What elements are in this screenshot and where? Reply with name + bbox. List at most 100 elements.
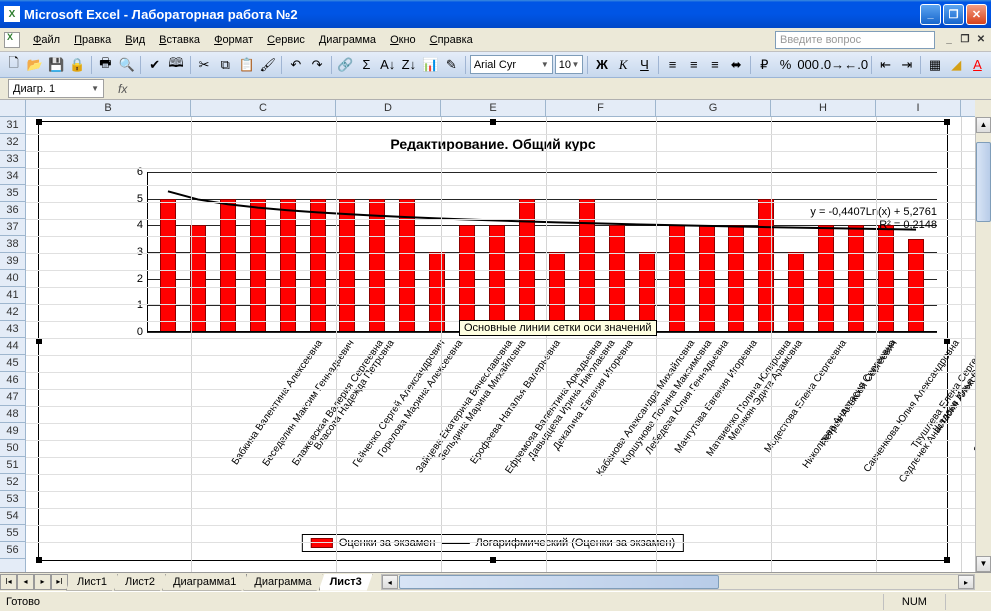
name-box[interactable]: Диагр. 1▼ <box>8 79 104 98</box>
italic-button[interactable]: К <box>614 54 633 76</box>
row-header[interactable]: 56 <box>0 542 25 559</box>
align-left-icon[interactable]: ≡ <box>663 54 682 76</box>
font-color-icon[interactable]: A <box>968 54 987 76</box>
cell-grid[interactable]: Редактирование. Общий курс 0123456 y = -… <box>26 117 975 572</box>
inc-indent-icon[interactable]: ⇥ <box>897 54 916 76</box>
col-header-C[interactable]: C <box>191 100 336 116</box>
tab-first-icon[interactable]: I◂ <box>0 574 17 590</box>
bar[interactable] <box>190 225 206 332</box>
bold-button[interactable]: Ж <box>592 54 611 76</box>
plot-area[interactable]: 0123456 y = -0,4407Ln(x) + 5,2761 R² = 0… <box>147 172 937 332</box>
underline-button[interactable]: Ч <box>635 54 654 76</box>
row-header[interactable]: 51 <box>0 457 25 474</box>
col-header-E[interactable]: E <box>441 100 546 116</box>
col-header-H[interactable]: H <box>771 100 876 116</box>
bar[interactable] <box>728 225 744 332</box>
menu-окно[interactable]: Окно <box>383 31 423 49</box>
bar[interactable] <box>788 252 804 332</box>
row-header[interactable]: 53 <box>0 491 25 508</box>
minimize-button[interactable]: _ <box>920 4 941 25</box>
row-header[interactable]: 44 <box>0 338 25 355</box>
bar[interactable] <box>818 225 834 332</box>
formula-input[interactable] <box>133 79 991 98</box>
menu-справка[interactable]: Справка <box>423 31 480 49</box>
doc-minimize[interactable]: _ <box>943 34 955 46</box>
horizontal-scrollbar[interactable]: ◂ ▸ <box>381 574 975 590</box>
row-header[interactable]: 32 <box>0 134 25 151</box>
menu-диаграмма[interactable]: Диаграмма <box>312 31 383 49</box>
spell-icon[interactable]: ✔ <box>145 54 164 76</box>
col-header-D[interactable]: D <box>336 100 441 116</box>
sheet-tab[interactable]: Лист2 <box>114 574 166 591</box>
maximize-button[interactable]: ❐ <box>943 4 964 25</box>
bar[interactable] <box>429 252 445 332</box>
hyperlink-icon[interactable]: 🔗 <box>336 54 355 76</box>
comma-icon[interactable]: 000 <box>797 54 819 76</box>
print-icon[interactable]: 🖶 <box>96 54 115 76</box>
scroll-left-icon[interactable]: ◂ <box>382 575 398 589</box>
scroll-up-icon[interactable]: ▲ <box>976 117 991 133</box>
doc-close[interactable]: ✕ <box>975 34 987 46</box>
row-header[interactable]: 48 <box>0 406 25 423</box>
dec-decimal-icon[interactable]: ←.0 <box>845 54 867 76</box>
bar[interactable] <box>489 225 505 332</box>
fill-color-icon[interactable]: ◢ <box>947 54 966 76</box>
fx-icon[interactable]: fx <box>118 82 127 96</box>
font-name-combo[interactable]: Arial Cyr▼ <box>470 55 553 74</box>
col-header-B[interactable]: B <box>26 100 191 116</box>
permission-icon[interactable]: 🔒 <box>68 54 87 76</box>
open-icon[interactable]: 📂 <box>25 54 44 76</box>
chart-object[interactable]: Редактирование. Общий курс 0123456 y = -… <box>38 121 948 561</box>
row-header[interactable]: 50 <box>0 440 25 457</box>
new-icon[interactable]: 🗋 <box>4 54 23 76</box>
row-header[interactable]: 45 <box>0 355 25 372</box>
col-header-I[interactable]: I <box>876 100 961 116</box>
tab-prev-icon[interactable]: ◂ <box>17 574 34 590</box>
col-header-F[interactable]: F <box>546 100 656 116</box>
tab-next-icon[interactable]: ▸ <box>34 574 51 590</box>
close-button[interactable]: ✕ <box>966 4 987 25</box>
col-header-G[interactable]: G <box>656 100 771 116</box>
chart-legend[interactable]: Оценки за экзамен Логарифмический (Оценк… <box>302 534 684 552</box>
inc-decimal-icon[interactable]: .0→ <box>821 54 843 76</box>
menu-правка[interactable]: Правка <box>67 31 118 49</box>
autosum-icon[interactable]: Σ <box>357 54 376 76</box>
save-icon[interactable]: 💾 <box>46 54 65 76</box>
row-header[interactable]: 38 <box>0 236 25 253</box>
dec-indent-icon[interactable]: ⇤ <box>876 54 895 76</box>
sheet-tab[interactable]: Лист1 <box>66 574 118 591</box>
row-header[interactable]: 49 <box>0 423 25 440</box>
hscroll-thumb[interactable] <box>399 575 719 589</box>
redo-icon[interactable]: ↷ <box>307 54 326 76</box>
borders-icon[interactable]: ▦ <box>925 54 944 76</box>
sheet-tab[interactable]: Диаграмма1 <box>162 574 247 591</box>
bar[interactable] <box>669 225 685 332</box>
row-header[interactable]: 37 <box>0 219 25 236</box>
help-search[interactable]: Введите вопрос <box>775 31 935 49</box>
font-size-combo[interactable]: 10▼ <box>555 55 584 74</box>
row-header[interactable]: 39 <box>0 253 25 270</box>
research-icon[interactable]: 🕮 <box>166 54 185 76</box>
row-header[interactable]: 54 <box>0 508 25 525</box>
menu-формат[interactable]: Формат <box>207 31 260 49</box>
row-header[interactable]: 46 <box>0 372 25 389</box>
row-header[interactable]: 55 <box>0 525 25 542</box>
row-header[interactable]: 42 <box>0 304 25 321</box>
column-headers[interactable]: BCDEFGHI <box>26 100 975 117</box>
row-header[interactable]: 31 <box>0 117 25 134</box>
sort-asc-icon[interactable]: A↓ <box>378 54 397 76</box>
copy-icon[interactable]: ⧉ <box>216 54 235 76</box>
merge-icon[interactable]: ⬌ <box>727 54 746 76</box>
vertical-scrollbar[interactable]: ▲ ▼ <box>975 117 991 572</box>
sort-desc-icon[interactable]: Z↓ <box>399 54 418 76</box>
paste-icon[interactable]: 📋 <box>237 54 256 76</box>
bar[interactable] <box>848 225 864 332</box>
bar[interactable] <box>609 225 625 332</box>
row-headers[interactable]: 3132333435363738394041424344454647484950… <box>0 117 26 572</box>
row-header[interactable]: 36 <box>0 202 25 219</box>
bar[interactable] <box>459 225 475 332</box>
scroll-right-icon[interactable]: ▸ <box>958 575 974 589</box>
tab-last-icon[interactable]: ▸I <box>51 574 68 590</box>
bar[interactable] <box>878 225 894 332</box>
doc-restore[interactable]: ❐ <box>959 34 971 46</box>
